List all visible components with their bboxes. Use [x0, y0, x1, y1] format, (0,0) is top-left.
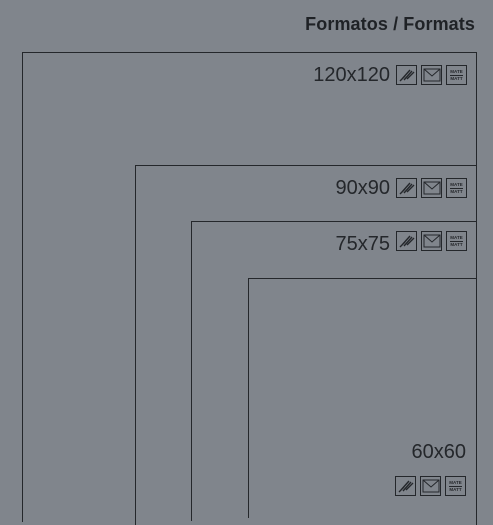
icon-group-75x75: MATE MATT	[396, 231, 467, 251]
matte-icon-text-matt: MATT	[450, 75, 463, 81]
icon-group-60x60: MATE MATT	[395, 476, 466, 496]
matte-icon-text-mate: MATE	[449, 480, 462, 486]
envelope-icon	[420, 476, 441, 496]
matte-finish-icon: MATE MATT	[446, 178, 467, 198]
page-title: Formatos / Formats	[305, 14, 475, 34]
matte-icon-text-mate: MATE	[450, 69, 463, 75]
format-label-75x75: 75x75	[335, 233, 391, 255]
envelope-icon	[421, 178, 442, 198]
format-label-120x120: 120x120	[313, 64, 390, 86]
matte-icon-text-matt: MATT	[449, 486, 462, 492]
matte-icon-text-matt: MATT	[450, 241, 463, 247]
matte-icon-text-matt: MATT	[450, 188, 463, 194]
icon-group-120x120: MATE MATT	[396, 65, 467, 85]
matte-finish-icon: MATE MATT	[446, 231, 467, 251]
matte-icon-text-mate: MATE	[450, 182, 463, 188]
icon-group-90x90: MATE MATT	[396, 178, 467, 198]
envelope-icon	[421, 231, 442, 251]
format-label-60x60: 60x60	[411, 441, 467, 463]
paint-brush-icon	[396, 231, 417, 251]
format-label-90x90: 90x90	[335, 177, 391, 199]
paint-brush-icon	[395, 476, 416, 496]
matte-finish-icon: MATE MATT	[445, 476, 466, 496]
paint-brush-icon	[396, 65, 417, 85]
paint-brush-icon	[396, 178, 417, 198]
matte-finish-icon: MATE MATT	[446, 65, 467, 85]
envelope-icon	[421, 65, 442, 85]
matte-icon-text-mate: MATE	[450, 235, 463, 241]
